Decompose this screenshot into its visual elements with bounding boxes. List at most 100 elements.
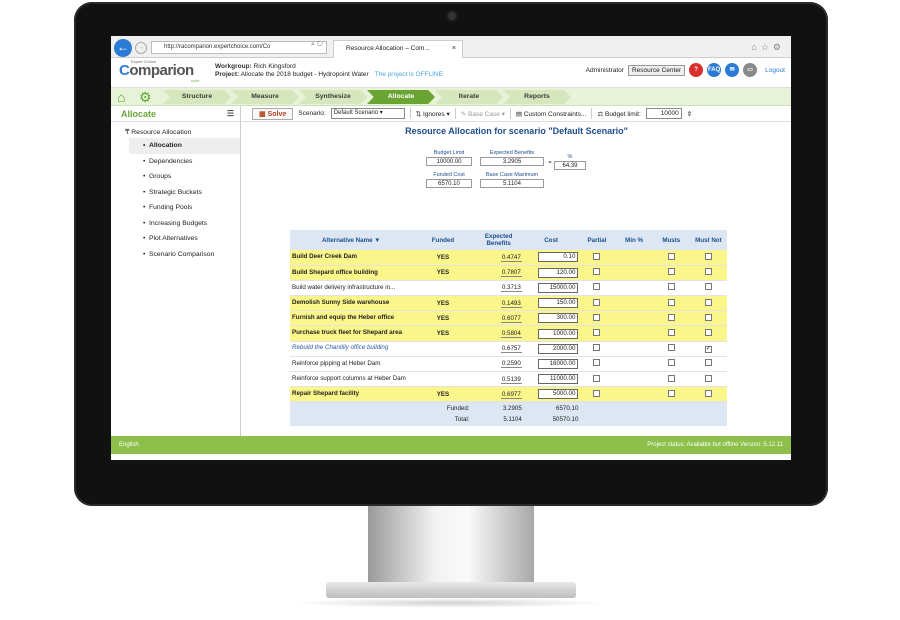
musts-checkbox[interactable]: [667, 374, 675, 382]
benefit-cell: 0.1493: [473, 295, 524, 312]
partial-checkbox[interactable]: [593, 298, 601, 306]
gear-icon[interactable]: ⚙: [139, 89, 155, 105]
sidebar-item-funding-pools[interactable]: Funding Pools: [111, 200, 240, 216]
mail-icon[interactable]: ✉: [725, 63, 740, 77]
scenario-select[interactable]: Default Scenario ▾: [330, 108, 405, 119]
cost-cell: 15000.00: [523, 280, 579, 297]
solve-button[interactable]: ▦ Solve: [252, 107, 294, 120]
min-percent-cell: [615, 371, 653, 388]
sidebar-item-dependencies[interactable]: Dependencies: [111, 154, 240, 170]
webcam-icon: [448, 12, 456, 20]
address-bar[interactable]: http://racomparion.expertchoice.com/Co: [151, 41, 327, 54]
must-not-checkbox[interactable]: [704, 359, 712, 367]
sidebar-item-allocation[interactable]: Allocation: [129, 138, 240, 154]
musts-checkbox[interactable]: [667, 329, 675, 337]
workgroup-info: Workgroup: Rich Kingsford Project: Alloc…: [215, 63, 443, 78]
cost-input[interactable]: 11000.00: [538, 374, 579, 385]
min-percent-cell: [615, 250, 653, 266]
browser-tab[interactable]: Resource Allocation – Com... ×: [333, 40, 463, 58]
sidebar-item-plot-alternatives[interactable]: Plot Alternatives: [111, 231, 240, 247]
min-percent-cell: [615, 341, 653, 357]
sidebar-items: AllocationDependenciesGroupsStrategic Bu…: [111, 138, 240, 262]
help-icon[interactable]: ?: [689, 63, 704, 77]
cost-cell: 1000.00: [523, 325, 579, 342]
partial-checkbox[interactable]: [593, 313, 601, 321]
nav-step-structure[interactable]: Structure: [163, 90, 231, 104]
stepper-icon[interactable]: ⇕: [687, 110, 692, 118]
cost-input[interactable]: 5000.00: [538, 389, 579, 400]
cost-cell: 5000.00: [523, 386, 579, 403]
cost-cell: 120.00: [523, 265, 579, 281]
must-not-checkbox[interactable]: [704, 329, 712, 337]
must-not-checkbox[interactable]: [704, 374, 712, 382]
must-not-checkbox[interactable]: [704, 268, 712, 276]
close-tab-icon[interactable]: ×: [452, 41, 456, 57]
totals-row: Total: 5.1104 50570.10: [290, 413, 727, 426]
must-not-checkbox[interactable]: [704, 283, 712, 291]
benefit-cell: 0.5139: [473, 371, 524, 388]
budget-limit-input[interactable]: 10000: [645, 108, 682, 119]
partial-checkbox[interactable]: [593, 329, 601, 337]
custom-constraints-button[interactable]: ▤ Custom Constraints...: [516, 110, 586, 118]
menu-icon[interactable]: ☰: [227, 109, 234, 118]
table-row: Reinforce pipping at Heber Dam 0.2590 1600…: [290, 356, 727, 373]
nav-step-reports[interactable]: Reports: [503, 90, 571, 104]
sidebar-item-strategic-buckets[interactable]: Strategic Buckets: [111, 185, 240, 201]
language-label[interactable]: English: [119, 442, 139, 448]
musts-cell: [652, 325, 690, 342]
partial-cell: [578, 386, 616, 403]
logout-link[interactable]: Logout: [765, 67, 785, 74]
partial-cell: [578, 341, 616, 357]
column-header[interactable]: Alternative Name ▼: [290, 230, 413, 250]
partial-checkbox[interactable]: [593, 252, 601, 260]
musts-checkbox[interactable]: [667, 252, 675, 260]
sidebar-item-increasing-budgets[interactable]: Increasing Budgets: [111, 216, 240, 232]
partial-checkbox[interactable]: [593, 359, 601, 367]
partial-checkbox[interactable]: [593, 283, 601, 291]
cost-input[interactable]: 120.00: [538, 267, 579, 278]
cost-input[interactable]: 0.10: [538, 252, 579, 263]
home-icon[interactable]: ⌂: [117, 89, 133, 105]
musts-checkbox[interactable]: [667, 268, 675, 276]
forward-arrow-icon[interactable]: →: [135, 42, 147, 54]
nav-step-synthesize[interactable]: Synthesize: [299, 90, 367, 104]
nav-step-iterate[interactable]: Iterate: [435, 90, 503, 104]
cost-input[interactable]: 2000.00: [538, 343, 579, 354]
ignores-button[interactable]: ⇅ Ignores ▾: [416, 110, 450, 118]
sidebar-item-groups[interactable]: Groups: [111, 169, 240, 185]
partial-cell: [578, 371, 616, 388]
totals-benefit: 5.1104: [473, 413, 524, 426]
must-not-checkbox[interactable]: [704, 252, 712, 260]
must-not-checkbox[interactable]: ✓: [704, 345, 712, 353]
home-star-gear-icons[interactable]: ⌂☆⚙: [751, 42, 785, 53]
must-not-checkbox[interactable]: [704, 298, 712, 306]
musts-checkbox[interactable]: [667, 344, 675, 352]
partial-checkbox[interactable]: [593, 389, 601, 397]
partial-checkbox[interactable]: [593, 344, 601, 352]
faq-icon[interactable]: FAQ: [707, 63, 722, 77]
base-case-button[interactable]: ✎ Base Case ▾: [461, 110, 505, 118]
window-icon[interactable]: ▭: [743, 63, 758, 77]
refresh-icon[interactable]: ⌕ ↻: [311, 41, 323, 49]
cost-input[interactable]: 16000.00: [538, 358, 579, 369]
cost-input[interactable]: 15000.00: [538, 282, 579, 293]
sidebar-root[interactable]: ₸ Resource Allocation: [111, 122, 240, 138]
cost-input[interactable]: 150.00: [538, 298, 579, 309]
resource-center-button[interactable]: Resource Center: [627, 64, 686, 76]
musts-checkbox[interactable]: [667, 298, 675, 306]
sidebar-item-scenario-comparison[interactable]: Scenario Comparison: [111, 247, 240, 263]
cost-input[interactable]: 300.00: [538, 313, 579, 324]
partial-checkbox[interactable]: [593, 268, 601, 276]
musts-checkbox[interactable]: [667, 389, 675, 397]
back-arrow-icon[interactable]: ←: [114, 39, 132, 57]
musts-checkbox[interactable]: [667, 313, 675, 321]
musts-checkbox[interactable]: [667, 359, 675, 367]
must-not-checkbox[interactable]: [704, 313, 712, 321]
musts-checkbox[interactable]: [667, 283, 675, 291]
nav-step-measure[interactable]: Measure: [231, 90, 299, 104]
benefit-cell: 0.6757: [473, 341, 524, 357]
must-not-checkbox[interactable]: [704, 389, 712, 397]
nav-step-allocate[interactable]: Allocate: [367, 90, 435, 104]
cost-input[interactable]: 1000.00: [538, 328, 579, 339]
partial-checkbox[interactable]: [593, 374, 601, 382]
